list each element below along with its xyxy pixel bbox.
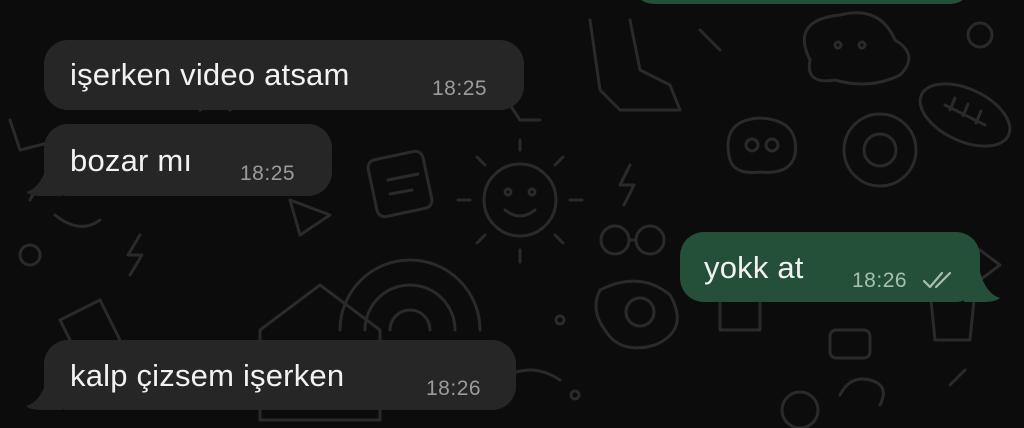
- message-text: yokk at: [704, 250, 804, 285]
- message-text: kalp çizsem işerken: [70, 358, 345, 393]
- outgoing-bubble-partial[interactable]: [632, 0, 972, 4]
- paper-plane-doodle: [288, 198, 332, 237]
- sun-doodle: [456, 138, 584, 264]
- message-timestamp: 18:26: [426, 377, 482, 400]
- glasses-doodle: [599, 224, 666, 256]
- outgoing-message-bubble[interactable]: yokk at 18:26: [680, 232, 980, 302]
- incoming-bubble-tail: [26, 168, 62, 196]
- message-text: işerken video atsam: [70, 57, 350, 92]
- outgoing-bubble-tail: [964, 272, 1000, 302]
- incoming-message-bubble[interactable]: işerken video atsam 18:25: [44, 40, 524, 110]
- incoming-bubble-tail: [26, 382, 62, 410]
- notepad-doodle: [366, 149, 434, 219]
- incoming-message-bubble[interactable]: kalp çizsem işerken 18:26: [44, 340, 516, 410]
- football-doodle: [918, 82, 1012, 148]
- message-timestamp: 18:25: [240, 162, 296, 185]
- spiral-doodle: [338, 258, 482, 332]
- incoming-message-bubble[interactable]: bozar mı 18:25: [44, 124, 332, 196]
- double-check-icon: [922, 271, 952, 289]
- turtle-doodle: [842, 112, 918, 188]
- chat-view[interactable]: işerken video atsam 18:25 bozar mı 18:25…: [0, 0, 1024, 428]
- blob-doodle: [726, 116, 798, 174]
- message-timestamp: 18:25: [432, 77, 488, 100]
- message-text: bozar mı: [70, 143, 193, 178]
- egg-doodle: [594, 279, 679, 350]
- cloud-doodle: [802, 11, 911, 86]
- boot-doodle: [498, 18, 682, 122]
- message-timestamp: 18:26: [852, 269, 908, 292]
